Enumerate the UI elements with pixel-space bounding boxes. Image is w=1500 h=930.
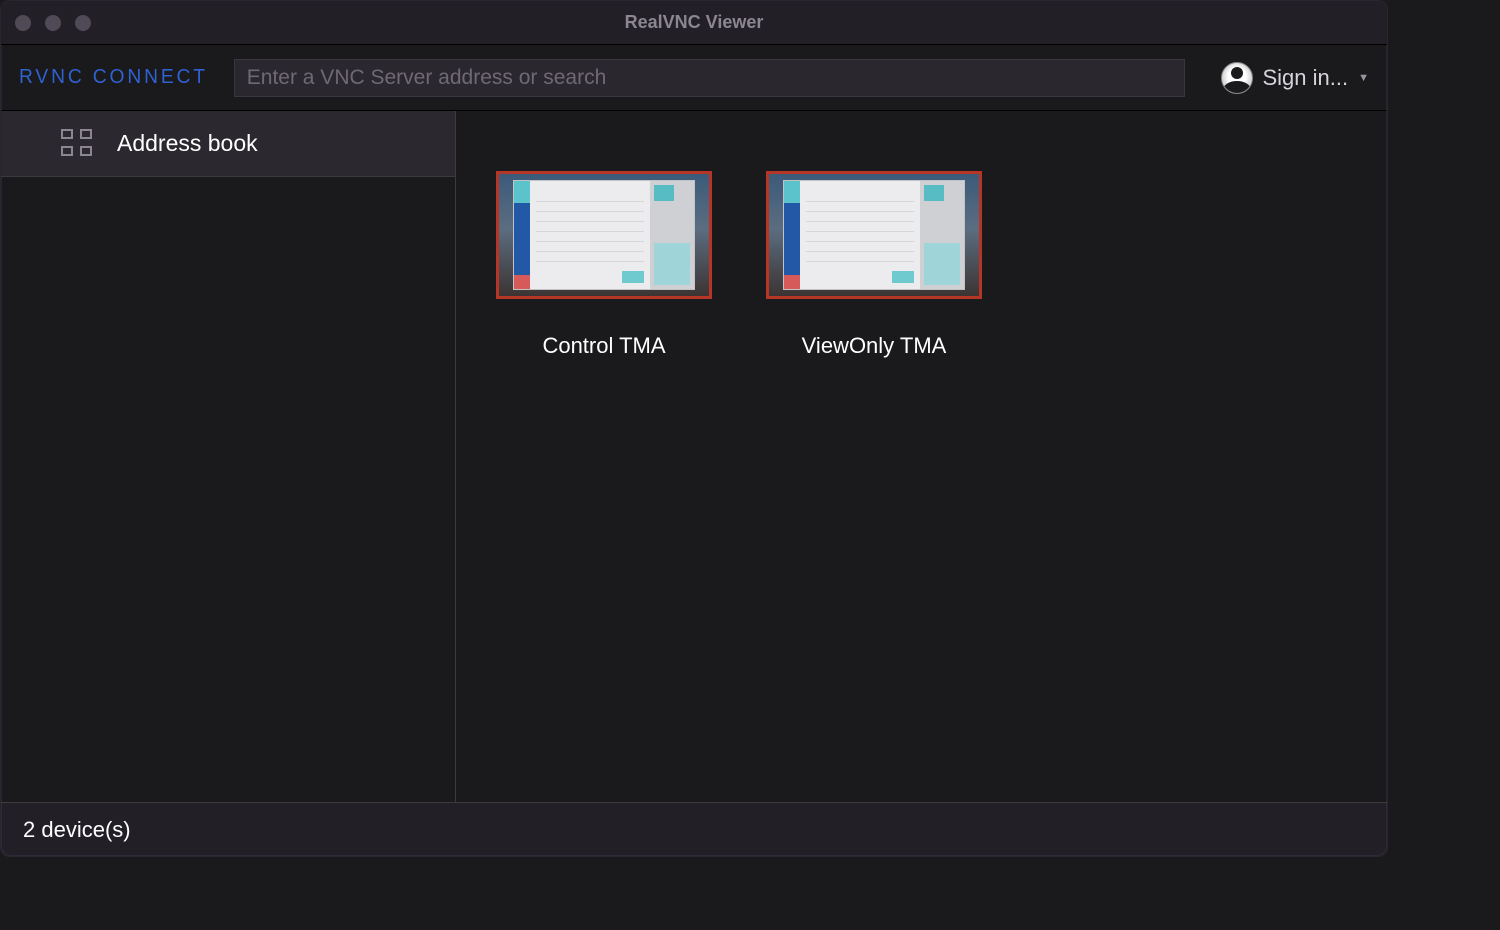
window-title: RealVNC Viewer [625,12,764,33]
minimize-window-button[interactable] [45,15,61,31]
chevron-down-icon: ▼ [1358,72,1369,84]
grid-icon [61,129,95,159]
device-label: Control TMA [542,333,665,359]
device-viewonly-tma[interactable]: ViewOnly TMA [766,171,982,359]
toolbar: RVNC CONNECT Sign in... ▼ [1,45,1387,111]
status-bar: 2 device(s) [1,802,1387,856]
device-thumbnail [766,171,982,299]
signin-label: Sign in... [1263,65,1349,91]
device-count-label: 2 device(s) [23,817,131,843]
user-avatar-icon [1221,62,1253,94]
device-control-tma[interactable]: Control TMA [496,171,712,359]
device-grid: Control TMA ViewOnly TMA [456,111,1387,802]
device-thumbnail [496,171,712,299]
content-area: Address book Control TMA [1,111,1387,802]
signin-button[interactable]: Sign in... ▼ [1203,62,1370,94]
sidebar-item-address-book[interactable]: Address book [1,111,455,177]
titlebar: RealVNC Viewer [1,1,1387,45]
app-logo: RVNC CONNECT [19,66,208,89]
sidebar: Address book [1,111,456,802]
close-window-button[interactable] [15,15,31,31]
maximize-window-button[interactable] [75,15,91,31]
decorative-gradient [0,860,1500,930]
address-search-input[interactable] [234,59,1185,97]
device-label: ViewOnly TMA [802,333,947,359]
app-window: RealVNC Viewer RVNC CONNECT Sign in... ▼… [0,0,1388,857]
window-controls [15,15,91,31]
